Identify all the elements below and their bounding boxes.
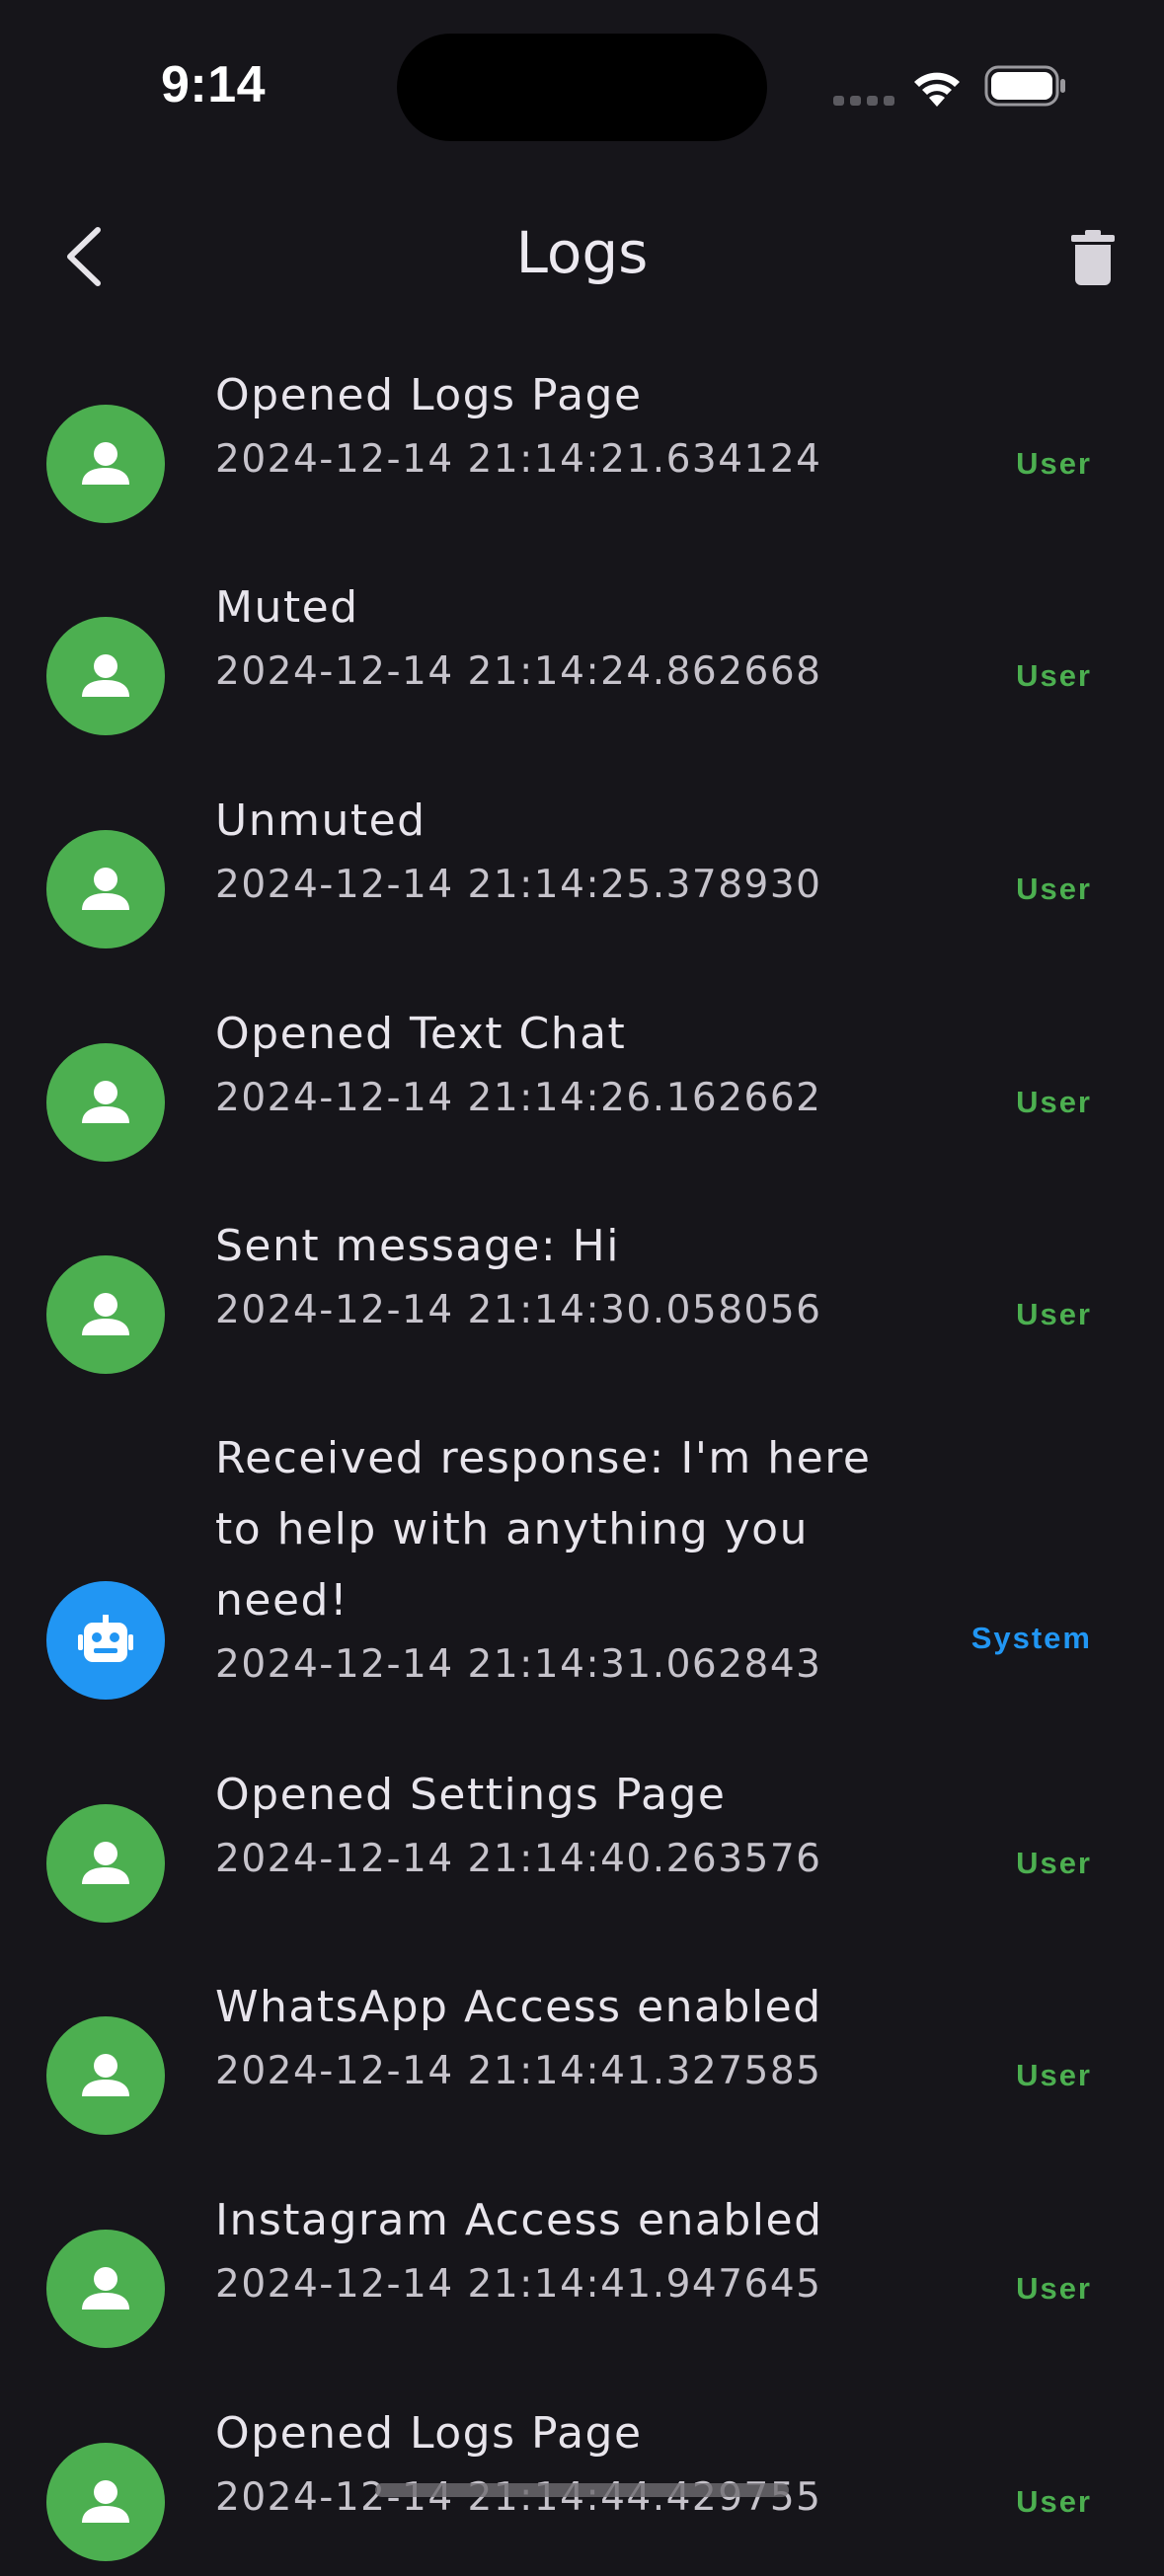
person-icon [82,1081,129,1123]
log-text: Opened Settings Page 2024-12-14 21:14:40.… [215,1760,926,1888]
log-item[interactable]: Opened Settings Page 2024-12-14 21:14:40.… [0,1760,1164,1937]
log-source-label: User [1016,658,1092,693]
log-source-label: User [1016,1297,1092,1331]
log-item[interactable]: Sent message: Hi 2024-12-14 21:14:30.0580… [0,1211,1164,1389]
log-title: Received response: I'm here to help with… [215,1433,872,1626]
cellular-signal-icon [833,96,894,106]
log-timestamp: 2024-12-14 21:14:41.327585 [215,2049,822,2093]
user-avatar [46,2443,165,2561]
person-icon [82,654,129,697]
log-source-label: User [1016,2271,1092,2306]
log-timestamp: 2024-12-14 21:14:31.062843 [215,1642,822,1687]
log-title: Muted [215,582,359,633]
log-timestamp: 2024-12-14 21:14:30.058056 [215,1288,822,1332]
log-item[interactable]: Instagram Access enabled 2024-12-14 21:14… [0,2185,1164,2363]
log-timestamp: 2024-12-14 21:14:26.162662 [215,1076,822,1120]
log-item[interactable]: Opened Logs Page 2024-12-14 21:14:21.6341… [0,360,1164,538]
home-indicator[interactable] [375,2483,789,2497]
log-text: Unmuted 2024-12-14 21:14:25.378930 [215,786,926,914]
log-title: Opened Logs Page [215,370,643,420]
user-avatar [46,830,165,948]
battery-icon [984,65,1065,107]
person-icon [82,2480,129,2523]
person-icon [82,868,129,910]
dynamic-island [397,34,767,141]
log-text: Received response: I'm here to help with… [215,1423,906,1694]
log-title: Unmuted [215,796,427,846]
log-text: Instagram Access enabled 2024-12-14 21:14… [215,2185,926,2313]
user-avatar [46,1804,165,1923]
log-title: Opened Logs Page [215,2408,643,2459]
log-timestamp: 2024-12-14 21:14:44.429755 [215,2475,822,2520]
log-source-label: System [970,1621,1092,1655]
status-bar: 9:14 [0,0,1164,141]
log-item[interactable]: Opened Text Chat 2024-12-14 21:14:26.1626… [0,999,1164,1176]
log-source-label: User [1016,446,1092,481]
log-text: WhatsApp Access enabled 2024-12-14 21:14:… [215,1972,926,2100]
status-time: 9:14 [161,56,267,114]
log-item[interactable]: Unmuted 2024-12-14 21:14:25.378930 User [0,786,1164,963]
log-title: Opened Settings Page [215,1770,727,1820]
log-title: Sent message: Hi [215,1221,620,1271]
log-item[interactable]: WhatsApp Access enabled 2024-12-14 21:14:… [0,1972,1164,2150]
log-item[interactable]: Received response: I'm here to help with… [0,1423,1164,1719]
log-source-label: User [1016,2058,1092,2092]
log-source-label: User [1016,1846,1092,1880]
log-source-label: User [1016,1085,1092,1119]
person-icon [82,2054,129,2096]
wifi-icon [914,72,960,107]
trash-icon [1071,230,1115,285]
person-icon [82,1842,129,1884]
log-source-label: User [1016,871,1092,906]
page-title: Logs [515,219,649,286]
user-avatar [46,1043,165,1162]
user-avatar [46,2230,165,2348]
robot-icon [78,1615,133,1662]
log-title: Opened Text Chat [215,1009,627,1059]
person-icon [82,442,129,485]
user-avatar [46,617,165,735]
log-text: Opened Text Chat 2024-12-14 21:14:26.1626… [215,999,926,1127]
log-text: Opened Logs Page 2024-12-14 21:14:44.4297… [215,2398,926,2527]
log-timestamp: 2024-12-14 21:14:25.378930 [215,863,822,907]
log-text: Opened Logs Page 2024-12-14 21:14:21.6341… [215,360,926,489]
log-source-label: User [1016,2484,1092,2519]
person-icon [82,2267,129,2310]
app-bar: Logs [0,197,1164,320]
user-avatar [46,1255,165,1374]
log-timestamp: 2024-12-14 21:14:24.862668 [215,649,822,694]
log-text: Muted 2024-12-14 21:14:24.862668 [215,572,926,701]
log-title: WhatsApp Access enabled [215,1982,822,2032]
clear-logs-button[interactable] [1064,225,1122,290]
person-icon [82,1293,129,1335]
user-avatar [46,2016,165,2135]
user-avatar [46,405,165,523]
log-timestamp: 2024-12-14 21:14:41.947645 [215,2262,822,2307]
log-timestamp: 2024-12-14 21:14:21.634124 [215,437,822,482]
log-timestamp: 2024-12-14 21:14:40.263576 [215,1837,822,1881]
system-avatar [46,1581,165,1700]
log-text: Sent message: Hi 2024-12-14 21:14:30.0580… [215,1211,926,1339]
log-item[interactable]: Muted 2024-12-14 21:14:24.862668 User [0,572,1164,750]
log-title: Instagram Access enabled [215,2195,823,2245]
